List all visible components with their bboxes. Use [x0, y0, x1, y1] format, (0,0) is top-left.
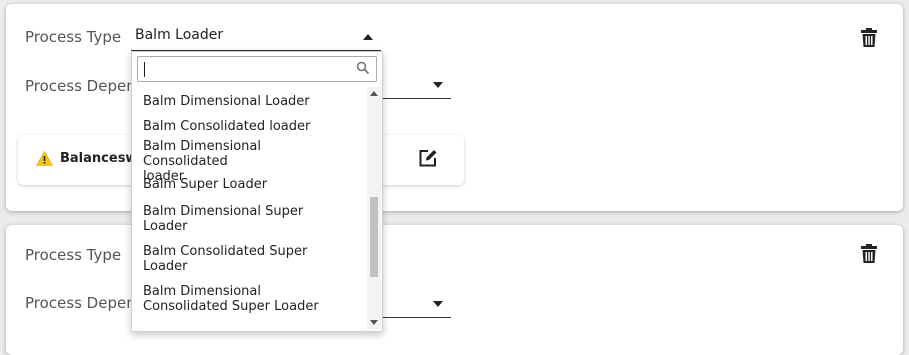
process-type-dropdown: Balm Dimensional Loader Balm Consolidate… [131, 51, 383, 332]
caret-down-icon [433, 82, 443, 88]
dropdown-option[interactable]: Balm Super Loader [132, 177, 368, 202]
process-type-label: Process Type [25, 246, 122, 264]
scrollbar-thumb[interactable] [370, 197, 378, 277]
dropdown-scrollbar[interactable] [367, 87, 381, 329]
text-cursor [144, 62, 145, 77]
dependency-item-name: Balancesw [60, 151, 138, 166]
caret-down-icon [433, 301, 443, 307]
process-type-label: Process Type [25, 28, 122, 46]
process-dependency-label: Process Dependency [25, 294, 131, 312]
caret-up-icon [363, 34, 373, 40]
search-icon [356, 61, 370, 75]
dropdown-option[interactable]: Balm Dimensional Consolidated Super Load… [132, 282, 342, 322]
trash-icon[interactable] [860, 244, 878, 264]
scroll-down-icon[interactable] [370, 320, 378, 325]
dropdown-option[interactable]: Balm Dimensional Super Loader [132, 202, 332, 242]
process-type-select[interactable]: Balm Loader [131, 22, 381, 51]
dropdown-options-list: Balm Dimensional Loader Balm Consolidate… [132, 87, 368, 329]
scroll-up-icon[interactable] [370, 91, 378, 96]
process-dependency-label: Process Dependency [25, 77, 131, 95]
dropdown-option[interactable]: Balm Dimensional Consolidated loader [132, 137, 282, 184]
dropdown-search-input[interactable] [137, 56, 377, 82]
edit-icon[interactable] [418, 148, 438, 168]
trash-icon[interactable] [860, 28, 878, 48]
dropdown-option[interactable]: Balm Dimensional Loader [132, 87, 368, 112]
dropdown-option[interactable]: Balm Consolidated loader [132, 112, 368, 137]
process-type-value: Balm Loader [135, 27, 224, 43]
warning-icon [36, 151, 53, 166]
dropdown-option[interactable]: Balm Consolidated Super Loader [132, 242, 332, 282]
